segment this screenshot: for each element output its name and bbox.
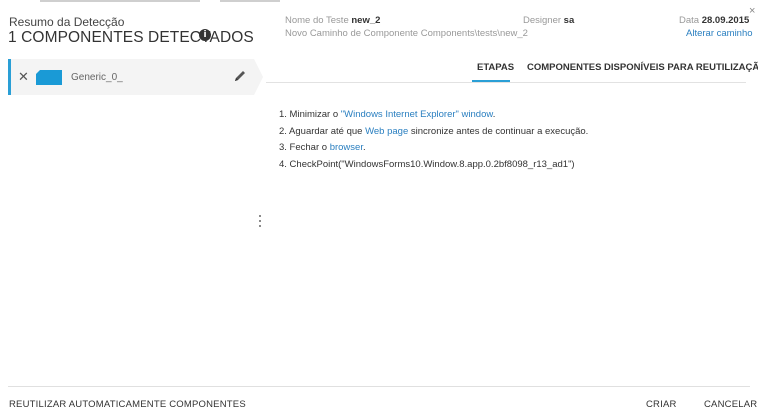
component-card[interactable]: ✕ Generic_0_ xyxy=(8,59,263,95)
test-name: Nome do Teste new_2 xyxy=(285,15,380,26)
close-icon[interactable]: × xyxy=(749,6,755,17)
pencil-icon[interactable] xyxy=(233,69,247,83)
info-icon[interactable]: i xyxy=(199,29,211,41)
change-path-link[interactable]: Alterar caminho xyxy=(686,28,753,39)
test-name-label: Nome do Teste xyxy=(285,15,349,26)
designer-value: sa xyxy=(563,15,575,26)
component-path-value: Components\tests\new_2 xyxy=(420,28,528,39)
summary-count: 1 COMPONENTES DETECTADOS xyxy=(8,29,254,46)
steps-list: 1. Minimizar o "Windows Internet Explore… xyxy=(279,107,588,173)
date-value: 28.09.2015 xyxy=(701,15,750,26)
step-link[interactable]: Web page xyxy=(365,126,408,137)
tabs-divider xyxy=(266,82,746,83)
step-text: 1. Minimizar o xyxy=(279,109,341,120)
step-item: 4. CheckPoint("WindowsForms10.Window.8.a… xyxy=(279,157,588,174)
footer-divider xyxy=(8,386,750,387)
step-item: 2. Aguardar até que Web page sincronize … xyxy=(279,124,588,141)
step-link[interactable]: browser xyxy=(330,142,363,153)
step-text-suffix: sincronize antes de continuar a execução… xyxy=(408,125,589,137)
date-label: Data xyxy=(679,15,700,26)
component-icon xyxy=(36,70,62,85)
component-card-arrow xyxy=(254,59,263,95)
component-name[interactable]: Generic_0_ xyxy=(71,72,123,83)
auto-reuse-button[interactable]: REUTILIZAR AUTOMATICAMENTE COMPONENTES xyxy=(9,399,246,410)
summary-title: Resumo da Detecção xyxy=(9,15,125,29)
more-options-icon[interactable] xyxy=(258,215,262,231)
date: Data 28.09.2015 xyxy=(679,15,749,26)
step-text: 3. Fechar o xyxy=(279,142,330,153)
remove-component-icon[interactable]: ✕ xyxy=(18,70,29,83)
cancel-button[interactable]: CANCELAR xyxy=(704,399,757,410)
component-path-label: Novo Caminho de Componente xyxy=(285,28,419,39)
tab-reusable-components[interactable]: COMPONENTES DISPONÍVEIS PARA REUTILIZAÇÃ… xyxy=(527,62,758,73)
designer-label: Designer xyxy=(523,15,562,26)
step-text: 4. CheckPoint("WindowsForms10.Window.8.a… xyxy=(279,158,575,170)
designer: Designer sa xyxy=(523,15,574,26)
step-item: 1. Minimizar o "Windows Internet Explore… xyxy=(279,107,588,124)
step-text-suffix: . xyxy=(362,142,366,153)
tab-steps[interactable]: ETAPAS xyxy=(477,62,514,73)
test-name-value: new_2 xyxy=(351,15,381,26)
step-item: 3. Fechar o browser. xyxy=(279,140,588,157)
window-top-strip xyxy=(0,0,758,3)
step-text-suffix: . xyxy=(492,109,496,120)
create-button[interactable]: CRIAR xyxy=(646,399,677,410)
step-link[interactable]: "Windows Internet Explorer" window xyxy=(341,109,493,120)
component-path: Novo Caminho de Componente Components\te… xyxy=(285,28,528,39)
step-text: 2. Aguardar até que xyxy=(279,125,366,137)
